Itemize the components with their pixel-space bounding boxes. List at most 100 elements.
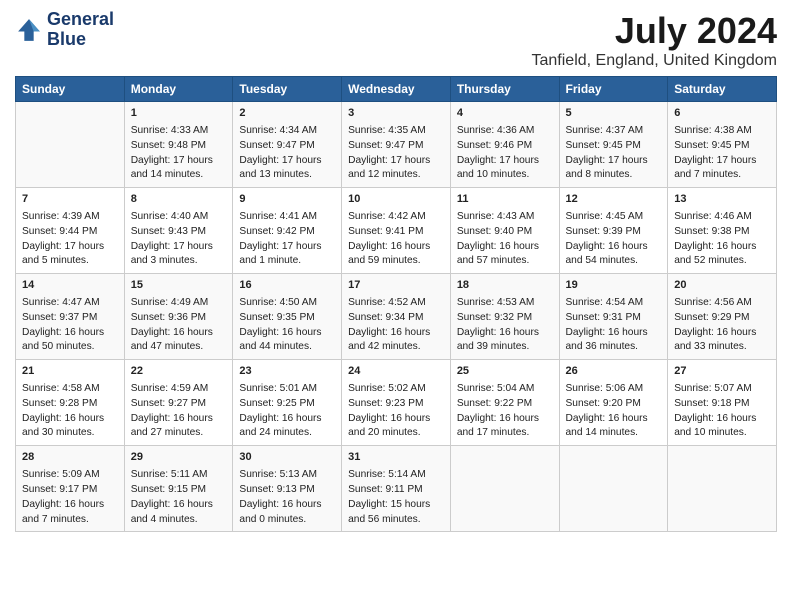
cell-line: Daylight: 17 hours — [457, 154, 553, 169]
cell-line: Sunrise: 4:41 AM — [239, 210, 335, 225]
calendar-cell — [16, 102, 125, 188]
cell-line: Sunrise: 4:33 AM — [131, 124, 227, 139]
cell-line: Daylight: 16 hours — [457, 412, 553, 427]
calendar-row: 14Sunrise: 4:47 AMSunset: 9:37 PMDayligh… — [16, 274, 777, 360]
cell-line: and 39 minutes. — [457, 340, 553, 355]
calendar-cell: 5Sunrise: 4:37 AMSunset: 9:45 PMDaylight… — [559, 102, 668, 188]
calendar-cell: 11Sunrise: 4:43 AMSunset: 9:40 PMDayligh… — [450, 188, 559, 274]
calendar-cell — [668, 446, 777, 532]
cell-line: Sunrise: 4:50 AM — [239, 296, 335, 311]
cell-line: Sunset: 9:35 PM — [239, 311, 335, 326]
cell-line: and 56 minutes. — [348, 513, 444, 528]
cell-line: Sunrise: 4:52 AM — [348, 296, 444, 311]
cell-line: Daylight: 17 hours — [674, 154, 770, 169]
day-number: 19 — [566, 278, 662, 294]
calendar-cell: 12Sunrise: 4:45 AMSunset: 9:39 PMDayligh… — [559, 188, 668, 274]
cell-line: and 17 minutes. — [457, 426, 553, 441]
cell-line: and 47 minutes. — [131, 340, 227, 355]
cell-line: Sunset: 9:38 PM — [674, 225, 770, 240]
calendar-cell: 15Sunrise: 4:49 AMSunset: 9:36 PMDayligh… — [124, 274, 233, 360]
cell-line: Sunset: 9:39 PM — [566, 225, 662, 240]
day-number: 17 — [348, 278, 444, 294]
calendar-cell: 17Sunrise: 4:52 AMSunset: 9:34 PMDayligh… — [342, 274, 451, 360]
calendar-cell: 6Sunrise: 4:38 AMSunset: 9:45 PMDaylight… — [668, 102, 777, 188]
cell-line: and 44 minutes. — [239, 340, 335, 355]
calendar-cell: 19Sunrise: 4:54 AMSunset: 9:31 PMDayligh… — [559, 274, 668, 360]
cell-line: and 7 minutes. — [22, 513, 118, 528]
calendar-cell: 2Sunrise: 4:34 AMSunset: 9:47 PMDaylight… — [233, 102, 342, 188]
cell-line: and 14 minutes. — [131, 168, 227, 183]
cell-line: and 20 minutes. — [348, 426, 444, 441]
day-number: 26 — [566, 364, 662, 380]
day-number: 10 — [348, 192, 444, 208]
cell-line: Sunset: 9:27 PM — [131, 397, 227, 412]
calendar-cell: 20Sunrise: 4:56 AMSunset: 9:29 PMDayligh… — [668, 274, 777, 360]
cell-line: Sunrise: 4:46 AM — [674, 210, 770, 225]
cell-line: Sunset: 9:47 PM — [348, 139, 444, 154]
cell-line: Daylight: 17 hours — [239, 240, 335, 255]
cell-line: and 42 minutes. — [348, 340, 444, 355]
cell-line: and 0 minutes. — [239, 513, 335, 528]
cell-line: Daylight: 16 hours — [566, 326, 662, 341]
cell-line: and 33 minutes. — [674, 340, 770, 355]
calendar-cell: 25Sunrise: 5:04 AMSunset: 9:22 PMDayligh… — [450, 360, 559, 446]
day-number: 18 — [457, 278, 553, 294]
calendar-cell: 3 Sunrise: 4:35 AMSunset: 9:47 PMDaylight… — [342, 102, 451, 188]
cell-line: and 1 minute. — [239, 254, 335, 269]
cell-line: Sunrise: 4:47 AM — [22, 296, 118, 311]
calendar-cell: 14Sunrise: 4:47 AMSunset: 9:37 PMDayligh… — [16, 274, 125, 360]
cell-line: Sunset: 9:17 PM — [22, 483, 118, 498]
cell-line: Sunrise: 4:45 AM — [566, 210, 662, 225]
cell-line: Sunset: 9:41 PM — [348, 225, 444, 240]
cell-line: and 14 minutes. — [566, 426, 662, 441]
cell-line: and 36 minutes. — [566, 340, 662, 355]
col-header-sunday: Sunday — [16, 77, 125, 102]
calendar-cell: 30Sunrise: 5:13 AMSunset: 9:13 PMDayligh… — [233, 446, 342, 532]
cell-line: and 13 minutes. — [239, 168, 335, 183]
cell-line: Sunset: 9:20 PM — [566, 397, 662, 412]
day-number: 3 — [348, 106, 444, 122]
calendar-cell: 7Sunrise: 4:39 AMSunset: 9:44 PMDaylight… — [16, 188, 125, 274]
cell-line: Sunrise: 4:53 AM — [457, 296, 553, 311]
cell-line: Sunrise: 5:13 AM — [239, 468, 335, 483]
title-area: July 2024 Tanfield, England, United King… — [532, 10, 778, 70]
cell-line: Sunrise: 4:35 AM — [348, 124, 444, 139]
calendar-cell: 13Sunrise: 4:46 AMSunset: 9:38 PMDayligh… — [668, 188, 777, 274]
calendar-row: 28Sunrise: 5:09 AMSunset: 9:17 PMDayligh… — [16, 446, 777, 532]
cell-line: Sunrise: 5:01 AM — [239, 382, 335, 397]
cell-line: Daylight: 17 hours — [348, 154, 444, 169]
day-number: 1 — [131, 106, 227, 122]
calendar-cell: 26Sunrise: 5:06 AMSunset: 9:20 PMDayligh… — [559, 360, 668, 446]
cell-line: Daylight: 16 hours — [22, 412, 118, 427]
cell-line: Daylight: 17 hours — [239, 154, 335, 169]
col-header-wednesday: Wednesday — [342, 77, 451, 102]
cell-line: and 24 minutes. — [239, 426, 335, 441]
day-number: 9 — [239, 192, 335, 208]
cell-line: Sunset: 9:23 PM — [348, 397, 444, 412]
day-number: 8 — [131, 192, 227, 208]
cell-line: Sunset: 9:46 PM — [457, 139, 553, 154]
calendar-cell: 1Sunrise: 4:33 AMSunset: 9:48 PMDaylight… — [124, 102, 233, 188]
cell-line: Daylight: 16 hours — [131, 326, 227, 341]
logo: General Blue — [15, 10, 114, 50]
cell-line: Sunset: 9:34 PM — [348, 311, 444, 326]
col-header-friday: Friday — [559, 77, 668, 102]
cell-line: Daylight: 16 hours — [674, 326, 770, 341]
cell-line: Sunset: 9:45 PM — [674, 139, 770, 154]
cell-line: Sunrise: 4:43 AM — [457, 210, 553, 225]
cell-line: Sunrise: 5:09 AM — [22, 468, 118, 483]
cell-line: Daylight: 16 hours — [131, 412, 227, 427]
calendar-cell: 23Sunrise: 5:01 AMSunset: 9:25 PMDayligh… — [233, 360, 342, 446]
cell-line: Daylight: 16 hours — [22, 498, 118, 513]
day-number: 22 — [131, 364, 227, 380]
cell-line: and 7 minutes. — [674, 168, 770, 183]
calendar-cell: 9Sunrise: 4:41 AMSunset: 9:42 PMDaylight… — [233, 188, 342, 274]
cell-line: Sunset: 9:31 PM — [566, 311, 662, 326]
cell-line: and 27 minutes. — [131, 426, 227, 441]
cell-line: Daylight: 15 hours — [348, 498, 444, 513]
day-number: 14 — [22, 278, 118, 294]
calendar-cell: 21Sunrise: 4:58 AMSunset: 9:28 PMDayligh… — [16, 360, 125, 446]
day-number: 2 — [239, 106, 335, 122]
cell-line: Daylight: 16 hours — [22, 326, 118, 341]
cell-line: Daylight: 16 hours — [239, 412, 335, 427]
